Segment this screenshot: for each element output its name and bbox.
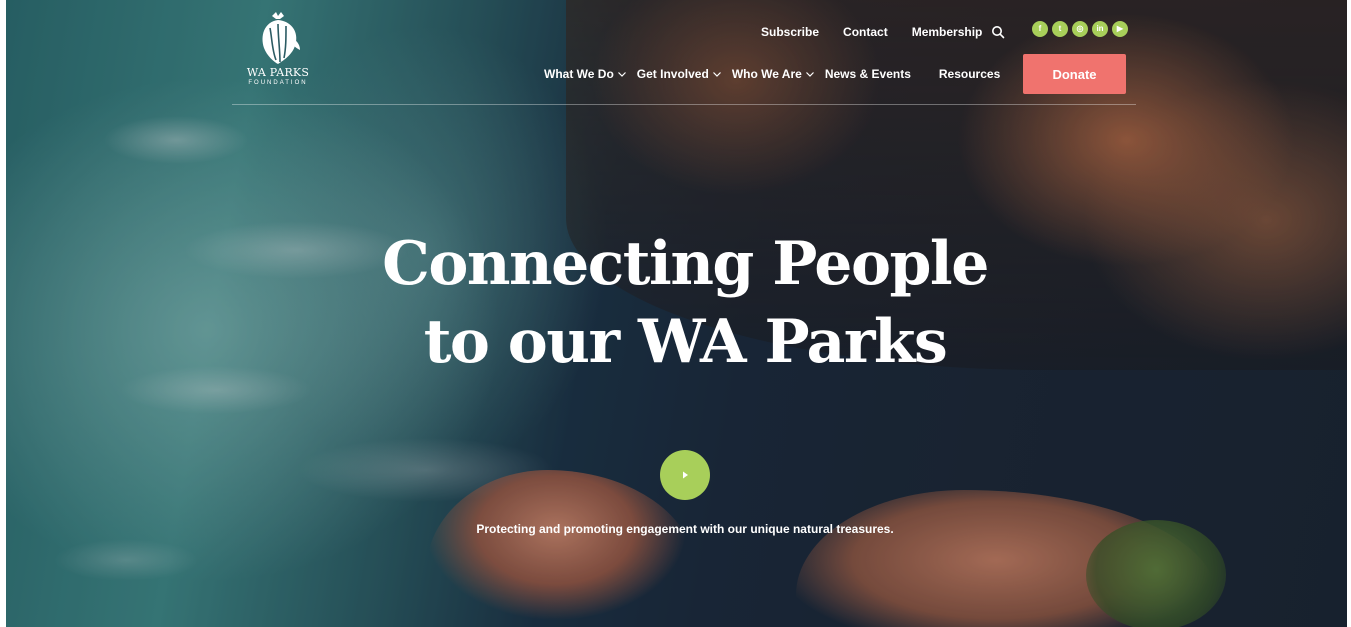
play-video-button[interactable] [660,450,710,500]
nav-item-who-we-are[interactable]: Who We Are [732,67,815,81]
chevron-down-icon [712,72,721,77]
hero-headline-line-1: Connecting People [382,229,989,299]
chevron-down-icon [617,72,626,77]
logo-subtitle: FOUNDATION [248,80,308,86]
search-button[interactable] [990,24,1006,40]
membership-link[interactable]: Membership [912,25,983,39]
nav-item-news-events[interactable]: News & Events [825,67,911,81]
utility-links: Subscribe Contact Membership [761,23,982,41]
hero-headline-line-2: to our WA Parks [423,307,948,377]
social-links: f t ◎ in ▶ [1032,21,1128,37]
nav-item-label: Get Involved [636,67,709,81]
play-icon [683,471,688,479]
search-icon [992,26,1005,39]
contact-link[interactable]: Contact [843,25,888,39]
nav-item-label: Who We Are [731,67,802,81]
nav-item-what-we-do[interactable]: What We Do [544,67,627,81]
header-divider [232,104,1136,105]
nav-item-label: News & Events [824,67,911,81]
logo-title: WA PARKS [246,66,310,79]
chevron-down-icon [805,72,814,77]
nav-item-get-involved[interactable]: Get Involved [637,67,722,81]
facebook-icon[interactable]: f [1032,21,1048,37]
twitter-icon[interactable]: t [1052,21,1068,37]
instagram-icon[interactable]: ◎ [1072,21,1088,37]
subscribe-link[interactable]: Subscribe [761,25,819,39]
donate-button[interactable]: Donate [1023,54,1126,94]
site-logo[interactable]: WA PARKS FOUNDATION [238,10,318,90]
youtube-icon[interactable]: ▶ [1112,21,1128,37]
nav-item-resources[interactable]: Resources [939,67,1000,81]
nav-item-label: Resources [938,67,1001,81]
hero-tagline: Protecting and promoting engagement with… [476,522,894,536]
nav-item-label: What We Do [544,67,614,81]
linkedin-icon[interactable]: in [1092,21,1108,37]
hero-headline: Connecting People to our WA Parks [340,225,1030,381]
logo-icon [262,12,300,64]
main-navigation: What We Do Get Involved Who We Are News … [544,65,1028,83]
